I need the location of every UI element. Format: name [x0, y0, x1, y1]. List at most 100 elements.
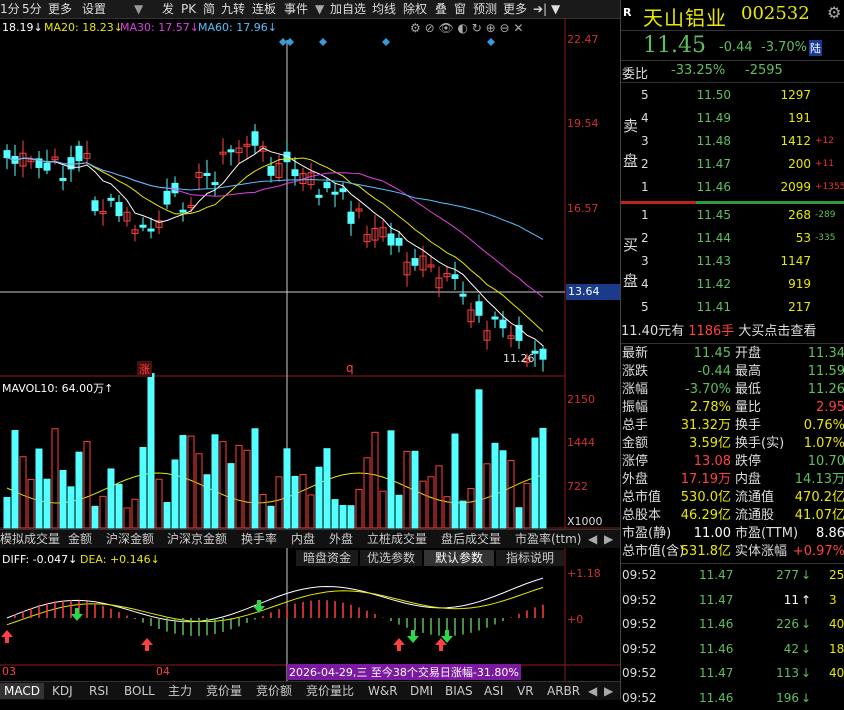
tab-auction-ratio[interactable]: 竞价量比 — [306, 683, 354, 699]
tab-sim-volume[interactable]: 模拟成交量 — [0, 531, 60, 547]
quote-row: 涨跌 -0.44 最高 11.59 — [621, 363, 844, 381]
events-button[interactable]: 事件 — [284, 1, 308, 17]
sell-order-row[interactable]: 4 11.49 191 — [621, 109, 844, 128]
buy-order-row[interactable]: 1 11.45 268 -289 — [621, 206, 844, 225]
sell-order-row[interactable]: 3 11.48 1412 +12 — [621, 132, 844, 151]
quote-value: 8.86 — [816, 526, 844, 541]
tab-macd[interactable]: MACD — [0, 683, 44, 699]
big-buy-notice[interactable]: 11.40元有 1186手 大买点击查看 — [621, 322, 844, 342]
volume-bar — [531, 437, 539, 529]
menu-dropdown-icon[interactable]: ▼ — [551, 1, 560, 17]
candle-body — [251, 131, 259, 146]
volume-bar — [283, 448, 291, 529]
buy-order-row[interactable]: 2 11.44 53 -335 — [621, 229, 844, 248]
ex-rights-button[interactable]: 除权 — [403, 1, 427, 17]
tick-time: 09:52 — [622, 617, 657, 631]
gear-icon[interactable]: ⚙ — [827, 3, 841, 22]
q-marker[interactable]: q — [346, 361, 354, 375]
r-icon[interactable]: R — [623, 6, 631, 19]
indicator-help-button[interactable]: 指标说明 — [496, 550, 564, 566]
window-button[interactable]: 窗 — [454, 1, 466, 17]
sell-order-row[interactable]: 1 11.46 2099 +1355 — [621, 178, 844, 197]
nine-turn-button[interactable]: 九转 — [221, 1, 245, 17]
tab-vr[interactable]: VR — [517, 683, 534, 699]
tab-inner[interactable]: 内盘 — [291, 531, 315, 547]
tab-bias[interactable]: BIAS — [445, 683, 473, 699]
tab-dmi[interactable]: DMI — [410, 683, 433, 699]
candle-body — [315, 194, 323, 198]
tab-kdj[interactable]: KDJ — [52, 683, 73, 699]
tab-asi[interactable]: ASI — [484, 683, 503, 699]
tab-boll[interactable]: BOLL — [124, 683, 155, 699]
export-icon[interactable]: ➔| — [533, 1, 547, 17]
more-button[interactable]: 更多 — [503, 1, 527, 17]
tab-amount[interactable]: 金额 — [68, 531, 92, 547]
volume-bar — [491, 442, 499, 529]
quote-label: 涨停 — [622, 454, 649, 469]
limit-up-button[interactable]: 连板 — [252, 1, 276, 17]
tick-row: 09:52 11.47 11 ↑ 3 — [621, 588, 844, 612]
quote-row: 总市值 530.0亿 流通值 470.2亿 — [621, 489, 844, 507]
volume-bar — [203, 474, 211, 529]
sell-order-row[interactable]: 2 11.47 200 +11 — [621, 155, 844, 174]
current-price: 11.45 — [643, 33, 706, 58]
candle-body — [323, 182, 331, 189]
quote-label: 开盘 — [735, 346, 762, 361]
volume-bar — [355, 488, 363, 529]
big-buy-link[interactable]: 大买点击查看 — [738, 324, 816, 339]
tab-turnover[interactable]: 换手率 — [241, 531, 277, 547]
pk-button[interactable]: PK — [181, 1, 196, 17]
add-watchlist-button[interactable]: 加自选 — [330, 1, 366, 17]
buy-order-row[interactable]: 5 11.41 217 — [621, 298, 844, 317]
volume-bar — [267, 505, 275, 529]
tab-auction-volume[interactable]: 竞价量 — [206, 683, 242, 699]
forecast-button[interactable]: 预测 — [473, 1, 497, 17]
quote-label: 流通股 — [735, 508, 775, 523]
order-price: 11.45 — [696, 208, 731, 222]
issue-button[interactable]: 发 — [162, 1, 174, 17]
buy-order-row[interactable]: 3 11.43 1147 — [621, 252, 844, 271]
volume-axis-tick: 2150 — [567, 393, 595, 406]
tab-pile-volume[interactable]: 立桩成交量 — [367, 531, 427, 547]
volume-bar — [307, 494, 315, 529]
tab-outer[interactable]: 外盘 — [329, 531, 353, 547]
default-params-button[interactable]: 默认参数 — [424, 550, 494, 566]
tick-row: 09:52 11.46 196 ↓ — [621, 686, 844, 710]
simple-button[interactable]: 简 — [203, 1, 215, 17]
event-diamond-icon — [487, 38, 495, 46]
candle-body — [459, 293, 467, 297]
tab-arbr[interactable]: ARBR — [547, 683, 580, 699]
volume-bar — [27, 478, 35, 529]
optimal-params-button[interactable]: 优选参数 — [360, 550, 422, 566]
tab-hsj-amount[interactable]: 沪深京金额 — [167, 531, 227, 547]
tab-hs-amount[interactable]: 沪深金额 — [106, 531, 154, 547]
volume-bar — [155, 478, 163, 529]
settings-button[interactable]: 设置 — [82, 1, 106, 17]
tab-wr[interactable]: W&R — [368, 683, 398, 699]
order-price: 11.43 — [696, 254, 731, 268]
scroll-right-icon[interactable]: ▶ — [604, 531, 613, 547]
tab-after-volume[interactable]: 盘后成交量 — [441, 531, 501, 547]
tab-main-force[interactable]: 主力 — [168, 683, 192, 699]
scroll-left-icon[interactable]: ◀ — [588, 683, 597, 699]
events-dropdown-icon[interactable]: ▼ — [315, 1, 324, 17]
quote-row: 市盈(静) 11.00 市盈(TTM) 8.86 — [621, 525, 844, 543]
sell-order-row[interactable]: 5 11.50 1297 — [621, 86, 844, 105]
overlay-button[interactable]: 叠 — [435, 1, 447, 17]
tab-auction-amount[interactable]: 竞价额 — [256, 683, 292, 699]
separator-icon: ▼ — [134, 2, 144, 16]
scroll-right-icon[interactable]: ▶ — [604, 683, 613, 699]
tab-pe-ttm[interactable]: 市盈率(ttm) — [515, 531, 581, 547]
buy-order-row[interactable]: 4 11.42 919 — [621, 275, 844, 294]
volume-bar — [163, 502, 171, 529]
volume-bar — [499, 450, 507, 529]
moving-average-button[interactable]: 均线 — [372, 1, 396, 17]
period-1min-button[interactable]: 1分 — [0, 1, 20, 17]
more-period-button[interactable]: 更多 — [48, 1, 72, 17]
limit-up-marker[interactable]: 涨 — [137, 361, 152, 377]
dark-pool-button[interactable]: 暗盘资金 — [296, 550, 358, 566]
period-5min-button[interactable]: 5分 — [22, 1, 42, 17]
volume-bar — [187, 435, 195, 529]
scroll-left-icon[interactable]: ◀ — [588, 531, 597, 547]
tab-rsi[interactable]: RSI — [89, 683, 109, 699]
